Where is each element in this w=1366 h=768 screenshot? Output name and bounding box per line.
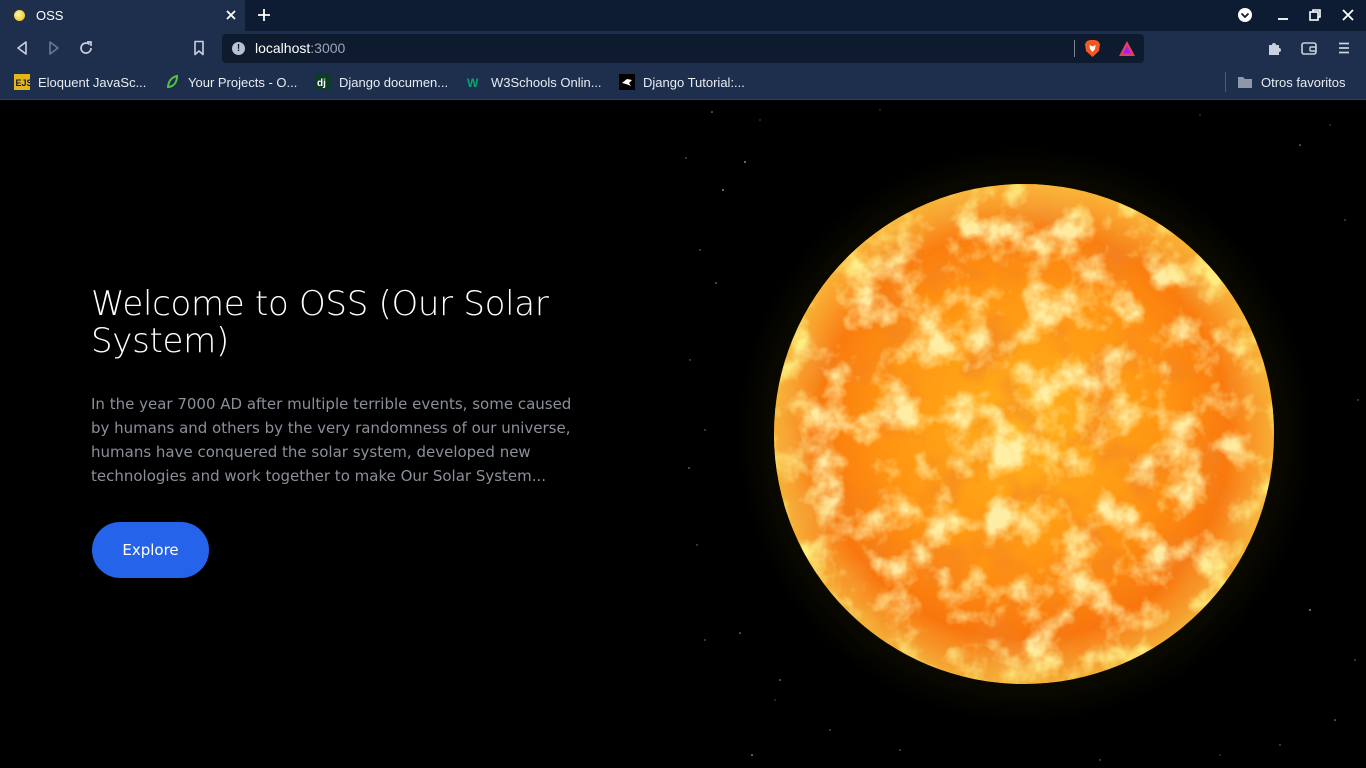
browser-toolbar: ! localhost:3000 — [0, 31, 1366, 66]
svg-text:dj: dj — [317, 78, 326, 89]
bookmark-label: Django Tutorial:... — [643, 74, 745, 90]
other-bookmarks-folder[interactable]: Otros favoritos — [1237, 72, 1346, 92]
ejs-icon: EJS — [14, 74, 30, 90]
bookmark-icon[interactable] — [190, 39, 208, 57]
url-divider — [1074, 40, 1075, 57]
bookmark-w3schools[interactable]: W W3Schools Onlin... — [467, 72, 602, 92]
bookmarks-divider — [1225, 72, 1226, 92]
bookmark-django-tutorial[interactable]: Django Tutorial:... — [619, 72, 745, 92]
tab-title: OSS — [36, 8, 64, 23]
bookmark-label: Your Projects - O... — [188, 74, 298, 90]
hero-description: In the year 7000 AD after multiple terri… — [91, 395, 572, 485]
w3schools-icon: W — [467, 76, 479, 90]
new-tab-plus-icon[interactable] — [256, 7, 272, 23]
sun-illustration — [774, 184, 1274, 684]
bookmark-label: Django documen... — [339, 74, 449, 90]
bookmark-label: Eloquent JavaSc... — [38, 74, 147, 90]
eagle-icon — [619, 74, 635, 90]
site-info-icon[interactable]: ! — [232, 42, 245, 55]
tab-search-chevron-icon[interactable] — [1237, 7, 1253, 23]
bookmarks-bar: EJS Eloquent JavaSc... Your Projects - O… — [0, 66, 1366, 100]
url-text[interactable]: localhost:3000 — [255, 40, 345, 56]
page-viewport: Welcome to OSS (Our Solar System) In the… — [0, 100, 1366, 768]
wallet-icon[interactable] — [1300, 39, 1318, 57]
menu-icon[interactable] — [1335, 39, 1353, 57]
leaf-icon — [167, 74, 179, 89]
bookmark-django-docs[interactable]: dj Django documen... — [315, 72, 448, 92]
reload-icon[interactable] — [77, 39, 95, 57]
sun-favicon-icon — [14, 10, 25, 21]
back-icon[interactable] — [13, 39, 31, 57]
bookmark-your-projects[interactable]: Your Projects - O... — [164, 72, 297, 92]
address-bar[interactable]: ! localhost:3000 — [222, 34, 1144, 63]
svg-text:EJS: EJS — [16, 78, 31, 88]
tab-bar: OSS — [0, 0, 1366, 31]
bookmark-eloquent-javascript[interactable]: EJS Eloquent JavaSc... — [14, 72, 146, 92]
other-bookmarks-label: Otros favoritos — [1261, 74, 1346, 90]
django-icon: dj — [315, 74, 331, 90]
bookmark-label: W3Schools Onlin... — [491, 74, 602, 90]
forward-icon[interactable] — [45, 39, 63, 57]
url-port: :3000 — [310, 40, 346, 56]
minimize-icon[interactable] — [1275, 7, 1291, 23]
folder-icon — [1238, 77, 1252, 88]
extensions-puzzle-icon[interactable] — [1266, 39, 1284, 57]
brave-shields-icon[interactable] — [1084, 39, 1101, 58]
svg-text:W: W — [467, 76, 479, 90]
url-host: localhost — [255, 40, 311, 56]
tab-oss[interactable]: OSS — [0, 0, 245, 31]
explore-button[interactable]: Explore — [92, 522, 209, 578]
restore-icon[interactable] — [1307, 7, 1323, 23]
close-window-icon[interactable] — [1340, 7, 1356, 23]
hero-title: Welcome to OSS (Our Solar System) — [91, 284, 549, 361]
close-icon[interactable] — [223, 7, 239, 23]
brave-rewards-icon[interactable] — [1118, 40, 1136, 57]
